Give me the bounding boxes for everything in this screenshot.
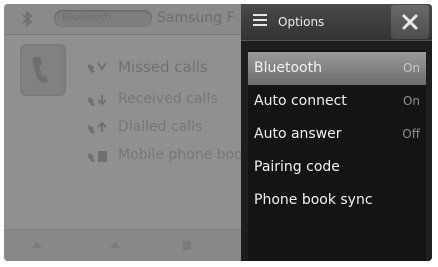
close-icon — [402, 14, 418, 30]
menu-item-label: Mobile phone boo — [118, 147, 243, 163]
bluetooth-tab-label: Bluetooth — [62, 12, 111, 23]
option-auto-answer[interactable]: Auto answer Off — [248, 118, 426, 151]
option-auto-connect[interactable]: Auto connect On — [248, 85, 426, 118]
missed-call-icon — [88, 62, 107, 73]
received-call-icon — [88, 95, 107, 106]
options-title: Options — [278, 15, 325, 29]
option-label: Bluetooth — [254, 60, 322, 76]
option-label: Auto connect — [254, 93, 347, 109]
down-arrow-icon[interactable] — [180, 238, 194, 254]
menu-item-label: Missed calls — [118, 58, 208, 76]
option-bluetooth[interactable]: Bluetooth On — [248, 52, 426, 85]
option-value: Off — [402, 127, 420, 141]
phone-icon — [32, 57, 48, 83]
up-arrow-icon[interactable] — [108, 238, 122, 254]
options-list: Bluetooth On Auto connect On Auto answer… — [248, 50, 426, 261]
phonebook-icon — [88, 151, 107, 162]
bluetooth-screen: Bluetooth Samsung F Missed calls Receive… — [4, 4, 432, 261]
option-label: Pairing code — [254, 159, 340, 175]
option-phone-book-sync[interactable]: Phone book sync — [248, 184, 426, 217]
option-label: Auto answer — [254, 126, 342, 142]
phone-button-icon[interactable] — [30, 238, 44, 254]
device-name: Samsung F — [157, 10, 235, 26]
dialled-call-icon — [88, 121, 107, 134]
option-value: On — [402, 61, 420, 75]
bluetooth-icon[interactable] — [20, 11, 34, 27]
menu-item-label: Received calls — [118, 91, 218, 107]
option-value: On — [402, 94, 420, 108]
option-pairing-code[interactable]: Pairing code — [248, 151, 426, 184]
options-header: Options — [241, 4, 432, 41]
bluetooth-tab[interactable]: Bluetooth — [54, 10, 152, 27]
option-label: Phone book sync — [254, 192, 373, 208]
options-panel: Options Bluetooth On Auto connect On Aut… — [241, 4, 432, 261]
phone-icon-tile[interactable] — [20, 44, 66, 96]
close-button[interactable] — [391, 5, 429, 39]
menu-icon — [253, 14, 267, 26]
menu-item-label: Dialled calls — [118, 119, 203, 135]
